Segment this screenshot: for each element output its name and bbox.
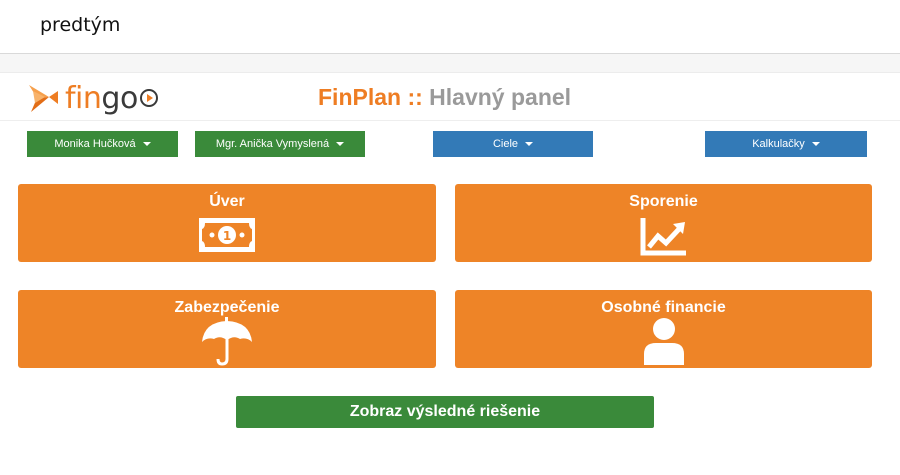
show-solution-button[interactable]: Zobraz výsledné riešenie [236, 396, 654, 428]
calculators-dropdown-label: Kalkulačky [752, 138, 805, 150]
user-icon [643, 318, 684, 365]
tile-insurance[interactable]: Zabezpečenie [18, 290, 436, 368]
caret-down-icon [336, 142, 345, 146]
tile-personal-finance[interactable]: Osobné financie [455, 290, 872, 368]
calculators-dropdown[interactable]: Kalkulačky [705, 131, 867, 157]
logo-wordmark: fin go [65, 81, 159, 116]
client-dropdown-label: Monika Hučková [54, 138, 136, 150]
tile-loan[interactable]: Úver 1 [18, 184, 436, 262]
play-circle-icon [139, 89, 158, 107]
title-panel: Hlavný panel [429, 84, 572, 110]
svg-text:1: 1 [223, 229, 231, 243]
app-header: fin go FinPlan :: Hlavný panel [0, 72, 900, 121]
banknote-icon: 1 [199, 218, 255, 252]
title-separator: :: [407, 84, 423, 110]
umbrella-icon [202, 317, 252, 366]
tile-insurance-title: Zabezpečenie [174, 299, 280, 316]
caret-down-icon [525, 142, 534, 146]
fish-logo-icon [29, 85, 58, 112]
tile-loan-title: Úver [209, 193, 245, 210]
goals-dropdown[interactable]: Ciele [433, 131, 593, 157]
advisor-dropdown-label: Mgr. Anička Vymyslená [215, 138, 330, 150]
fingo-logo[interactable]: fin go [27, 79, 159, 117]
caret-down-icon [142, 142, 151, 146]
tile-savings[interactable]: Sporenie [455, 184, 872, 262]
advisor-dropdown[interactable]: Mgr. Anička Vymyslená [195, 131, 365, 157]
caret-down-icon [811, 142, 820, 146]
client-dropdown[interactable]: Monika Hučková [27, 131, 178, 157]
tile-savings-title: Sporenie [629, 193, 698, 210]
logo-text-fin: fin [65, 80, 102, 116]
goals-dropdown-label: Ciele [492, 138, 519, 150]
title-brand: FinPlan [318, 84, 402, 110]
page-title: FinPlan :: Hlavný panel [318, 84, 571, 111]
logo-text-go: go [101, 80, 138, 116]
browser-top-band [0, 53, 900, 73]
tile-personal-title: Osobné financie [601, 299, 726, 316]
trend-chart-icon [640, 218, 686, 256]
caption-label: predtým [40, 14, 121, 36]
